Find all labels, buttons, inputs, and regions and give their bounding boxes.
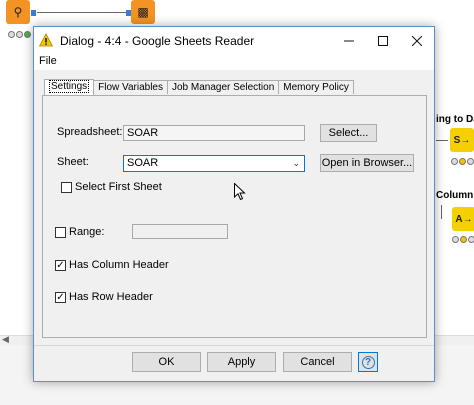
dialog-menubar: File: [34, 54, 434, 70]
workflow-node-key-icon[interactable]: ⚲: [6, 0, 30, 24]
select-spreadsheet-button[interactable]: Select...: [320, 124, 377, 142]
sheet-label: Sheet:: [57, 156, 89, 168]
cancel-button[interactable]: Cancel: [283, 352, 352, 372]
has-column-header-checkbox[interactable]: ✓: [55, 260, 66, 271]
tab-settings[interactable]: Settings: [44, 79, 95, 95]
status-light-icon: [460, 236, 467, 243]
connection-line: [37, 12, 127, 13]
help-button[interactable]: ?: [358, 352, 378, 372]
node-status-lights: [451, 158, 474, 165]
node-label-date: ing to Date: [436, 114, 474, 125]
dialog-title: Dialog - 4:4 - Google Sheets Reader: [60, 34, 255, 48]
scroll-left-arrow-icon[interactable]: ◀: [2, 334, 9, 345]
spreadsheet-label: Spreadsheet:: [57, 126, 123, 138]
range-input[interactable]: [132, 224, 228, 239]
status-light-icon: [459, 158, 466, 165]
sheet-dropdown[interactable]: SOAR ⌄: [123, 155, 305, 172]
node-label-column: Column Re: [436, 190, 474, 201]
status-light-icon: [16, 31, 23, 38]
workflow-node-column-rename-icon[interactable]: A→: [452, 207, 474, 231]
tab-job-manager-selection[interactable]: Job Manager Selection: [166, 80, 280, 94]
minimize-icon: [344, 40, 354, 41]
menu-file[interactable]: File: [39, 55, 57, 67]
chevron-down-icon: ⌄: [292, 158, 300, 168]
settings-panel: Spreadsheet: SOAR Select... Sheet: SOAR …: [42, 95, 427, 338]
sheet-dropdown-value: SOAR: [127, 157, 159, 169]
tab-flow-variables[interactable]: Flow Variables: [93, 80, 168, 94]
status-light-icon: [451, 158, 458, 165]
connection-line: [436, 140, 448, 141]
spreadsheet-field: SOAR: [123, 125, 305, 141]
status-light-icon: [467, 158, 474, 165]
status-light-icon: [24, 31, 31, 38]
has-column-header-label[interactable]: Has Column Header: [69, 259, 169, 271]
node-status-lights: [8, 31, 31, 38]
select-first-sheet-checkbox[interactable]: [61, 182, 72, 193]
select-first-sheet-label[interactable]: Select First Sheet: [75, 181, 162, 193]
dialog-titlebar[interactable]: Dialog - 4:4 - Google Sheets Reader: [34, 27, 434, 54]
range-checkbox[interactable]: [55, 227, 66, 238]
help-icon: ?: [361, 355, 375, 369]
ok-button[interactable]: OK: [132, 352, 201, 372]
apply-button[interactable]: Apply: [207, 352, 276, 372]
workflow-node-document-icon[interactable]: ▩: [131, 0, 155, 24]
node-output-port: [31, 10, 36, 16]
footer-separator: [34, 345, 434, 346]
tab-label: Settings: [49, 80, 90, 93]
status-light-icon: [468, 236, 474, 243]
google-sheets-reader-dialog: Dialog - 4:4 - Google Sheets Reader File…: [33, 26, 435, 382]
range-label[interactable]: Range:: [69, 226, 104, 238]
has-row-header-checkbox[interactable]: ✓: [55, 292, 66, 303]
maximize-button[interactable]: [366, 27, 400, 54]
dialog-tabs: Settings Flow Variables Job Manager Sele…: [44, 79, 354, 95]
maximize-icon: [378, 35, 388, 46]
workflow-node-string-to-date-icon[interactable]: S→: [450, 128, 474, 152]
connection-line: [441, 205, 442, 219]
mouse-cursor-icon: [234, 183, 246, 201]
close-button[interactable]: [400, 27, 434, 54]
minimize-button[interactable]: [332, 27, 366, 54]
warning-triangle-icon: [39, 33, 53, 47]
close-icon: [412, 35, 422, 46]
status-light-icon: [8, 31, 15, 38]
tab-memory-policy[interactable]: Memory Policy: [278, 80, 354, 94]
open-in-browser-button[interactable]: Open in Browser...: [320, 154, 414, 172]
has-row-header-label[interactable]: Has Row Header: [69, 291, 153, 303]
node-status-lights: [452, 236, 474, 243]
status-light-icon: [452, 236, 459, 243]
